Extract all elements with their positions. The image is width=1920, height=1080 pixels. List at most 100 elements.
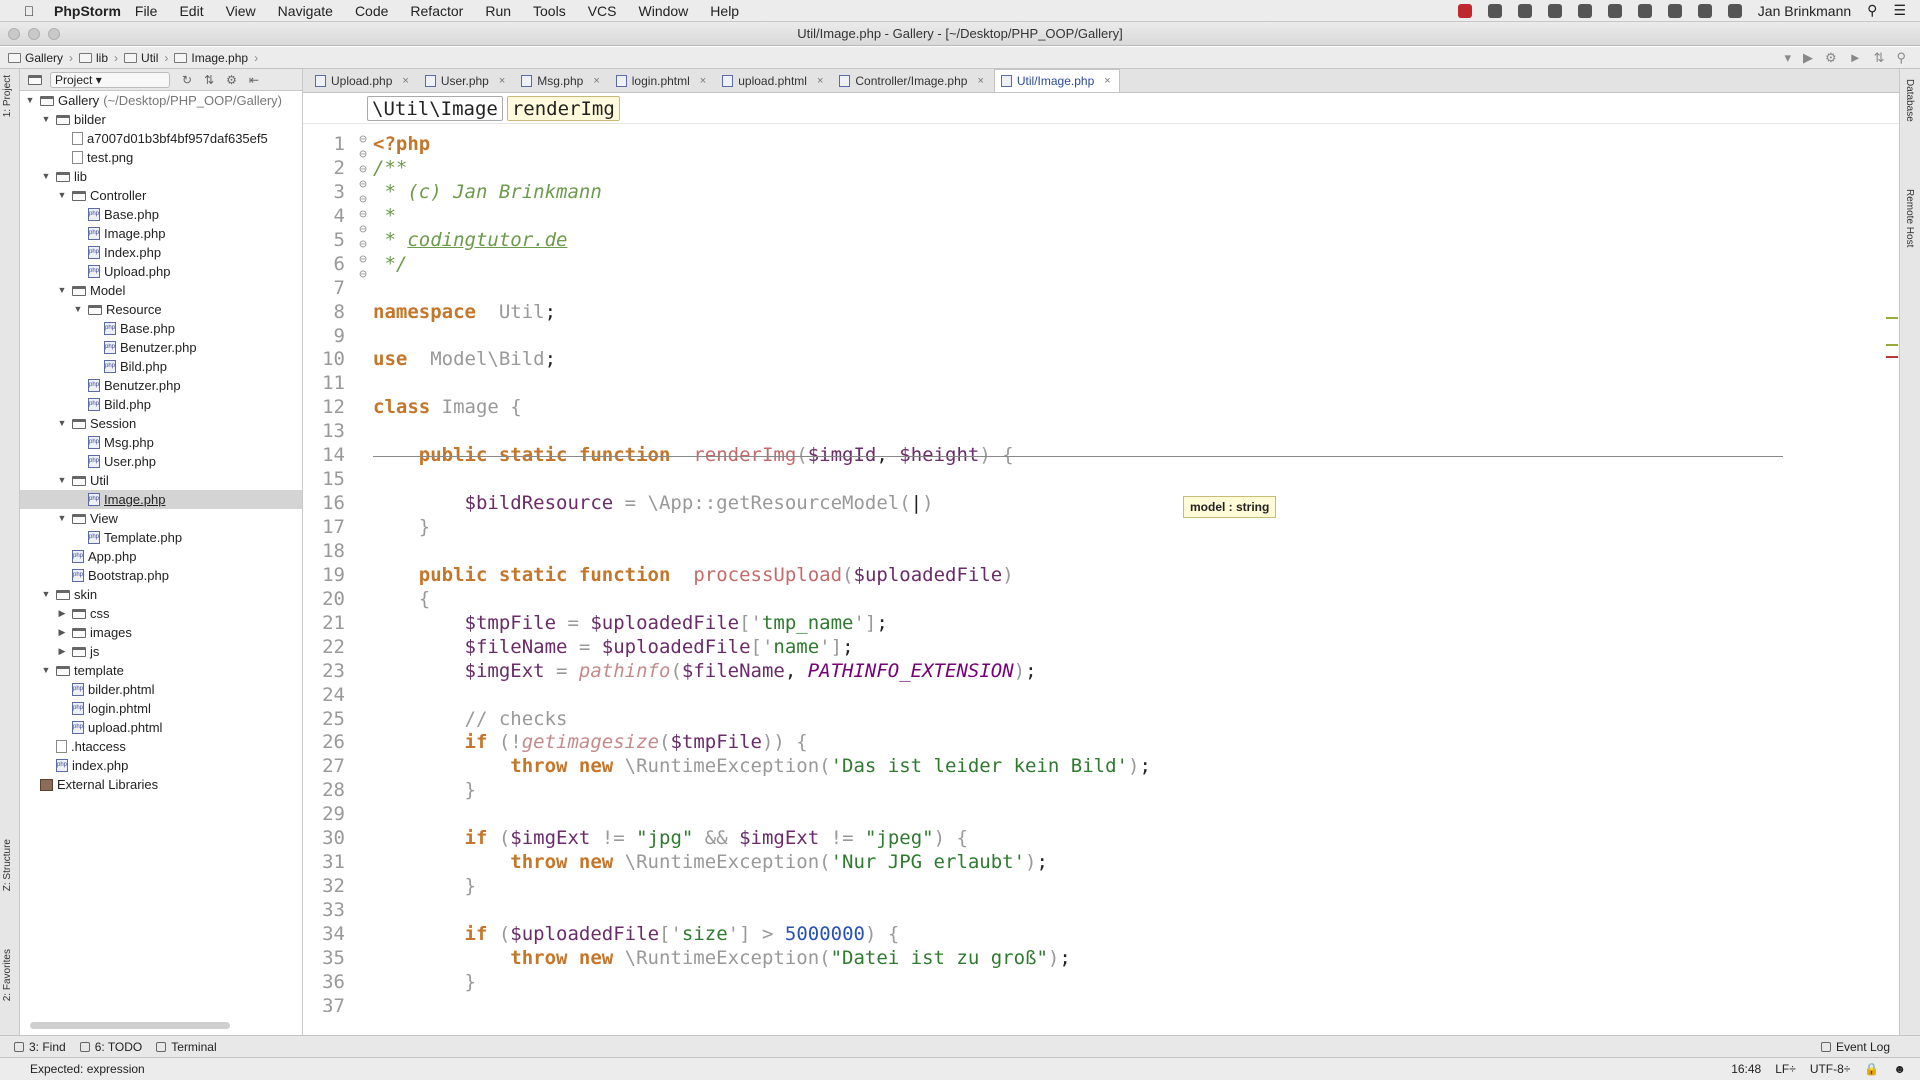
menu-code[interactable]: Code	[355, 3, 388, 19]
code-line[interactable]: {	[373, 587, 1151, 611]
code-line[interactable]: /**	[373, 156, 1151, 180]
expand-arrow-icon[interactable]: ▼	[72, 300, 84, 319]
tree-item[interactable]: ▼ lib	[20, 167, 302, 186]
hide-panel-icon[interactable]: ⇤	[249, 73, 259, 87]
run-icon[interactable]: ▶	[1803, 50, 1813, 66]
code-line[interactable]	[373, 371, 1151, 395]
code-line[interactable]: throw new \RuntimeException("Datei ist z…	[373, 946, 1151, 970]
tree-item[interactable]: ▼ Resource	[20, 300, 302, 319]
editor-tab[interactable]: Controller/Image.php ×	[833, 70, 992, 92]
close-icon[interactable]: ×	[402, 75, 408, 87]
code-line[interactable]	[373, 898, 1151, 922]
expand-arrow-icon[interactable]: ▼	[56, 509, 68, 528]
close-icon[interactable]: ×	[499, 75, 505, 87]
tree-item[interactable]: ▼ template	[20, 661, 302, 680]
tree-item[interactable]: ▼ Controller	[20, 186, 302, 205]
tree-item[interactable]: php App.php	[20, 547, 302, 566]
error-marker[interactable]	[1886, 356, 1898, 358]
tree-item[interactable]: ▼ Model	[20, 281, 302, 300]
remote-host-tool-tab[interactable]: Remote Host	[1904, 189, 1915, 247]
tray-icon[interactable]	[1517, 3, 1532, 18]
expand-arrow-icon[interactable]: ▼	[40, 167, 52, 186]
change-marker[interactable]	[1886, 344, 1898, 346]
tree-item[interactable]: php Image.php	[20, 224, 302, 243]
collapse-icon[interactable]: ⇅	[204, 73, 214, 87]
code-line[interactable]: public static function processUpload($up…	[373, 563, 1151, 587]
tree-item[interactable]: ▶ js	[20, 642, 302, 661]
code-line[interactable]: $bildResource = \App::getResourceModel(|…	[373, 491, 1151, 515]
menu-refactor[interactable]: Refactor	[410, 3, 463, 19]
editor-tab[interactable]: Upload.php ×	[309, 70, 417, 92]
menu-help[interactable]: Help	[710, 3, 739, 19]
nav-crumb[interactable]: lib ›	[79, 51, 118, 65]
change-marker[interactable]	[1886, 317, 1898, 319]
code-text[interactable]: <?php/** * (c) Jan Brinkmann * * codingt…	[373, 132, 1151, 1012]
code-line[interactable]: $imgExt = pathinfo($fileName, PATHINFO_E…	[373, 659, 1151, 683]
fold-icon[interactable]: ⊖	[353, 162, 373, 177]
notification-icon[interactable]: ☰	[1893, 2, 1906, 19]
tree-item[interactable]: php Template.php	[20, 528, 302, 547]
inspector-icon[interactable]: ☻	[1893, 1062, 1906, 1076]
tree-item[interactable]: php Benutzer.php	[20, 376, 302, 395]
tree-item[interactable]: External Libraries	[20, 775, 302, 794]
fold-icon[interactable]: ⊖	[353, 147, 373, 162]
expand-arrow-icon[interactable]: ▼	[40, 110, 52, 129]
close-icon[interactable]: ×	[1104, 75, 1110, 87]
code-line[interactable]	[373, 802, 1151, 826]
fold-icon[interactable]: ⊖	[353, 192, 373, 207]
code-line[interactable]	[373, 324, 1151, 348]
expand-arrow-icon[interactable]: ▼	[56, 281, 68, 300]
menu-view[interactable]: View	[226, 3, 256, 19]
code-line[interactable]: throw new \RuntimeException('Das ist lei…	[373, 754, 1151, 778]
tree-item[interactable]: php Index.php	[20, 243, 302, 262]
tree-item[interactable]: php Bild.php	[20, 357, 302, 376]
expand-arrow-icon[interactable]: ▶	[56, 604, 68, 623]
code-line[interactable]	[373, 994, 1151, 1012]
code-line[interactable]: <?php	[373, 132, 1151, 156]
breadcrumb-method[interactable]: renderImg	[506, 95, 620, 121]
expand-arrow-icon[interactable]: ▼	[40, 661, 52, 680]
vcs-icon[interactable]: ⇅	[1874, 50, 1885, 66]
terminal-tool-tab[interactable]: Terminal	[156, 1040, 217, 1054]
tree-item[interactable]: php Upload.php	[20, 262, 302, 281]
menu-run[interactable]: Run	[485, 3, 511, 19]
code-line[interactable]: }	[373, 515, 1151, 539]
app-status-icon[interactable]	[1457, 3, 1472, 18]
tree-item[interactable]: ▼ Util	[20, 471, 302, 490]
expand-arrow-icon[interactable]: ▶	[56, 623, 68, 642]
minimize-window-button[interactable]	[28, 28, 40, 40]
nav-crumb[interactable]: Gallery ›	[8, 51, 73, 65]
code-line[interactable]: namespace Util;	[373, 300, 1151, 324]
clock-icon[interactable]	[1727, 3, 1742, 18]
todo-tool-tab[interactable]: 6: TODO	[79, 1040, 142, 1054]
tree-item[interactable]: ▼ Gallery (~/Desktop/PHP_OOP/Gallery)	[20, 91, 302, 110]
code-line[interactable]: if ($imgExt != "jpg" && $imgExt != "jpeg…	[373, 826, 1151, 850]
tree-item[interactable]: php index.php	[20, 756, 302, 775]
menu-vcs[interactable]: VCS	[588, 3, 617, 19]
editor-tab[interactable]: User.php ×	[419, 70, 513, 92]
menu-tools[interactable]: Tools	[533, 3, 566, 19]
code-line[interactable]: use Model\Bild;	[373, 347, 1151, 371]
user-name[interactable]: Jan Brinkmann	[1758, 3, 1851, 19]
tree-item[interactable]: php Bootstrap.php	[20, 566, 302, 585]
expand-arrow-icon[interactable]: ▼	[56, 471, 68, 490]
code-line[interactable]: */	[373, 252, 1151, 276]
tree-item[interactable]: ▶ images	[20, 623, 302, 642]
file-encoding[interactable]: UTF-8÷	[1810, 1062, 1851, 1076]
code-line[interactable]: // checks	[373, 707, 1151, 731]
code-line[interactable]	[373, 276, 1151, 300]
lock-icon[interactable]: 🔒	[1864, 1062, 1879, 1076]
project-tool-tab[interactable]: 1: Project	[2, 75, 13, 117]
breadcrumb-namespace[interactable]: \Util\Image	[367, 95, 503, 121]
menu-edit[interactable]: Edit	[179, 3, 203, 19]
info-icon[interactable]	[1577, 3, 1592, 18]
tree-item[interactable]: php Base.php	[20, 205, 302, 224]
tree-item[interactable]: php Base.php	[20, 319, 302, 338]
plus-icon[interactable]	[1547, 3, 1562, 18]
favorites-tool-tab[interactable]: 2: Favorites	[2, 949, 13, 1001]
nav-crumb[interactable]: Image.php ›	[174, 51, 258, 65]
caret-position[interactable]: 16:48	[1731, 1062, 1761, 1076]
tree-item[interactable]: a7007d01b3bf4bf957daf635ef5	[20, 129, 302, 148]
fold-icon[interactable]: ⊖	[353, 237, 373, 252]
code-line[interactable]: * codingtutor.de	[373, 228, 1151, 252]
